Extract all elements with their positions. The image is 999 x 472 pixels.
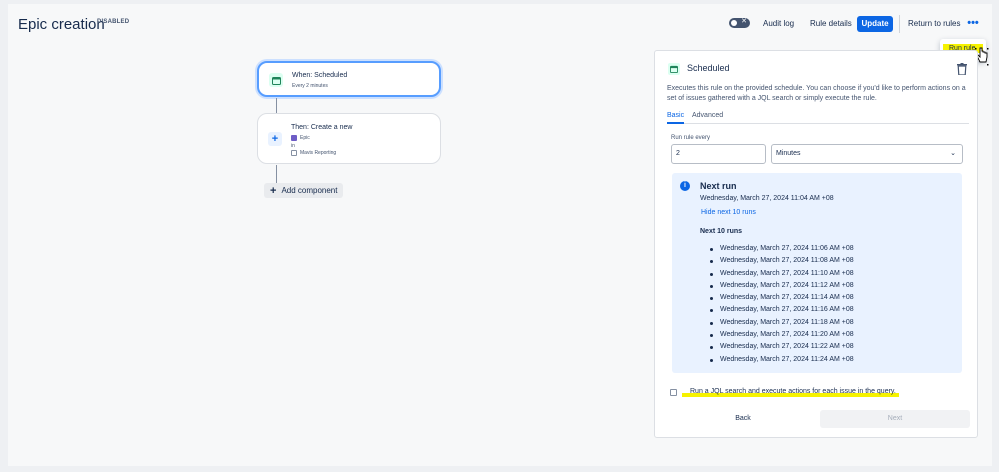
list-item: Wednesday, March 27, 2024 11:16 AM +08 bbox=[710, 304, 854, 316]
active-tab-indicator bbox=[667, 122, 684, 124]
interval-unit-select[interactable]: Minutes ⌄ bbox=[771, 144, 963, 164]
hide-next-runs-link[interactable]: Hide next 10 runs bbox=[701, 209, 756, 216]
list-item: Wednesday, March 27, 2024 11:12 AM +08 bbox=[710, 280, 854, 292]
next-run-title: Next run bbox=[700, 181, 737, 191]
epic-icon bbox=[291, 135, 297, 141]
panel-description: Executes this rule on the provided sched… bbox=[667, 85, 966, 102]
chevron-down-icon: ⌄ bbox=[950, 150, 956, 157]
list-item: Wednesday, March 27, 2024 11:22 AM +08 bbox=[710, 341, 854, 353]
action-title: Then: Create a new bbox=[291, 124, 353, 131]
list-item: Wednesday, March 27, 2024 11:20 AM +08 bbox=[710, 329, 854, 341]
list-item: Wednesday, March 27, 2024 11:08 AM +08 bbox=[710, 255, 854, 267]
jql-search-checkbox[interactable] bbox=[670, 389, 677, 396]
trigger-title: When: Scheduled bbox=[292, 72, 348, 79]
flow-connector bbox=[276, 98, 277, 113]
list-item: Wednesday, March 27, 2024 11:06 AM +08 bbox=[710, 243, 854, 255]
return-to-rules-button[interactable]: Return to rules bbox=[908, 16, 960, 32]
header-divider bbox=[899, 15, 900, 33]
list-item: Wednesday, March 27, 2024 11:24 AM +08 bbox=[710, 354, 854, 366]
list-item: Wednesday, March 27, 2024 11:18 AM +08 bbox=[710, 317, 854, 329]
run-every-label: Run rule every bbox=[671, 135, 711, 141]
info-icon: i bbox=[680, 181, 690, 191]
next-button[interactable]: Next bbox=[820, 410, 970, 428]
more-options-button[interactable]: ••• bbox=[965, 17, 981, 31]
plus-icon: + bbox=[270, 184, 277, 197]
flow-connector bbox=[276, 165, 277, 183]
audit-log-button[interactable]: Audit log bbox=[763, 16, 794, 32]
issue-type-row: Epic bbox=[291, 135, 310, 141]
next-run-info: i Next run Wednesday, March 27, 2024 11:… bbox=[672, 173, 962, 373]
calendar-icon bbox=[668, 63, 680, 75]
in-label: in bbox=[291, 143, 295, 149]
panel-tabs: Basic Advanced bbox=[667, 112, 969, 124]
back-button[interactable]: Back bbox=[675, 410, 811, 428]
component-config-panel: Scheduled Executes this rule on the prov… bbox=[654, 50, 978, 438]
issue-type-label: Epic bbox=[300, 135, 310, 141]
panel-title: Scheduled bbox=[687, 63, 730, 73]
plus-icon: + bbox=[268, 132, 282, 146]
calendar-icon bbox=[269, 73, 283, 87]
page-title: Epic creation bbox=[18, 16, 105, 33]
trigger-subtitle: Every 2 minutes bbox=[292, 83, 328, 89]
status-badge: DISABLED bbox=[97, 19, 130, 25]
add-component-label: Add component bbox=[281, 186, 338, 195]
add-component-button[interactable]: + Add component bbox=[264, 183, 343, 198]
rule-enabled-toggle[interactable]: ✕ bbox=[729, 18, 750, 28]
toggle-off-icon: ✕ bbox=[741, 18, 747, 25]
next-runs-list: Wednesday, March 27, 2024 11:06 AM +08 W… bbox=[710, 243, 854, 366]
jql-search-label: Run a JQL search and execute actions for… bbox=[682, 387, 899, 397]
list-item: Wednesday, March 27, 2024 11:10 AM +08 bbox=[710, 268, 854, 280]
list-item: Wednesday, March 27, 2024 11:14 AM +08 bbox=[710, 292, 854, 304]
action-node[interactable]: + Then: Create a new Epic in Mavis Repor… bbox=[257, 113, 441, 164]
next-run-date: Wednesday, March 27, 2024 11:04 AM +08 bbox=[700, 195, 834, 202]
update-button[interactable]: Update bbox=[857, 16, 893, 32]
trigger-node[interactable]: When: Scheduled Every 2 minutes bbox=[257, 61, 441, 97]
trash-icon[interactable] bbox=[957, 63, 967, 75]
project-icon bbox=[291, 150, 297, 156]
rule-details-button[interactable]: Rule details bbox=[810, 16, 852, 32]
project-row: Mavis Reporting bbox=[291, 150, 336, 156]
tab-basic[interactable]: Basic bbox=[667, 112, 684, 119]
run-every-input[interactable]: 2 bbox=[671, 144, 766, 164]
tab-advanced[interactable]: Advanced bbox=[692, 112, 723, 119]
next-runs-title: Next 10 runs bbox=[700, 228, 743, 235]
project-label: Mavis Reporting bbox=[300, 150, 337, 156]
interval-unit-value: Minutes bbox=[776, 150, 801, 157]
toggle-knob bbox=[731, 20, 737, 26]
